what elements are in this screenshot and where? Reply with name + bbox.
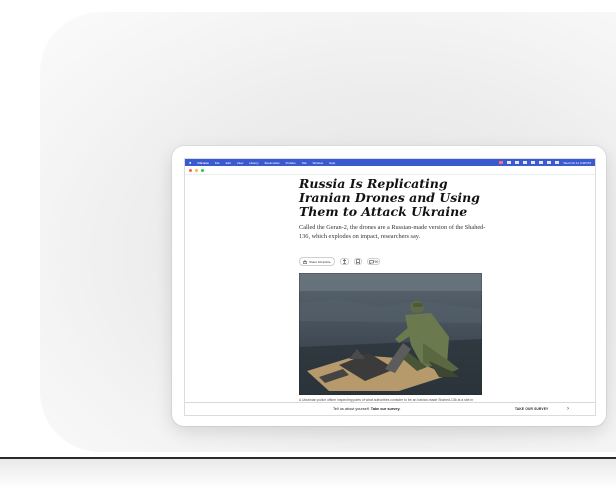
menu-item-window[interactable]: Window bbox=[312, 161, 323, 165]
menu-item-file[interactable]: File bbox=[215, 161, 220, 165]
control-center-icon[interactable] bbox=[555, 161, 560, 164]
bookmark-icon bbox=[355, 259, 360, 265]
article-photo[interactable] bbox=[299, 273, 482, 396]
status-app-icon[interactable] bbox=[507, 161, 512, 164]
laptop-screen-frame: ● Chrome File Edit View History Bookmark… bbox=[172, 146, 606, 426]
chevron-right-icon[interactable]: › bbox=[567, 406, 569, 412]
article-content: Russia Is Replicating Iranian Drones and… bbox=[299, 177, 489, 408]
close-window-button[interactable] bbox=[189, 168, 192, 172]
survey-banner: Tell us about yourself. Take our survey.… bbox=[185, 402, 595, 415]
menubar-app-name[interactable]: Chrome bbox=[197, 161, 208, 165]
share-icon bbox=[303, 259, 307, 264]
comment-count: 90 bbox=[374, 259, 379, 264]
article-toolbar: Share full article 90 bbox=[299, 257, 489, 267]
share-full-article-button[interactable]: Share full article bbox=[299, 257, 335, 267]
browser-screen: ● Chrome File Edit View History Bookmark… bbox=[184, 158, 596, 416]
gift-icon bbox=[342, 259, 346, 264]
menu-item-history[interactable]: History bbox=[249, 161, 258, 165]
save-article-button[interactable] bbox=[353, 258, 362, 266]
search-icon[interactable] bbox=[547, 161, 552, 164]
minimize-window-button[interactable] bbox=[195, 168, 198, 172]
menu-item-profiles[interactable]: Profiles bbox=[286, 161, 296, 165]
status-app-icon[interactable] bbox=[523, 161, 528, 164]
window-titlebar bbox=[185, 166, 595, 175]
take-survey-link[interactable]: TAKE OUR SURVEY bbox=[515, 407, 548, 411]
comment-icon bbox=[368, 259, 374, 264]
menu-item-edit[interactable]: Edit bbox=[226, 161, 231, 165]
menubar-clock[interactable]: Wed Oct 11 4:38 PM bbox=[563, 161, 591, 165]
apple-icon[interactable]: ● bbox=[189, 160, 191, 165]
gift-article-button[interactable] bbox=[339, 258, 349, 266]
menu-item-tab[interactable]: Tab bbox=[302, 161, 307, 165]
mac-menubar: ● Chrome File Edit View History Bookmark… bbox=[185, 159, 595, 166]
floor-shadow bbox=[0, 459, 616, 489]
battery-icon[interactable] bbox=[531, 161, 536, 164]
status-app-icon[interactable] bbox=[515, 161, 520, 164]
share-button-label: Share full article bbox=[309, 259, 331, 264]
article-summary: Called the Geran-2, the drones are a Rus… bbox=[299, 224, 486, 240]
comments-button[interactable]: 90 bbox=[366, 258, 381, 266]
menu-item-help[interactable]: Help bbox=[329, 161, 335, 165]
maximize-window-button[interactable] bbox=[201, 168, 204, 172]
status-app-icon[interactable] bbox=[499, 161, 504, 164]
survey-cta-text[interactable]: Take our survey. bbox=[371, 407, 401, 411]
menu-item-bookmarks[interactable]: Bookmarks bbox=[265, 161, 280, 165]
menu-item-view[interactable]: View bbox=[237, 161, 243, 165]
wifi-icon[interactable] bbox=[539, 161, 544, 164]
menubar-status-area: Wed Oct 11 4:38 PM bbox=[499, 161, 591, 165]
survey-prefix: Tell us about yourself. bbox=[333, 407, 370, 411]
article-headline: Russia Is Replicating Iranian Drones and… bbox=[299, 176, 480, 219]
survey-message: Tell us about yourself. Take our survey. bbox=[333, 407, 400, 411]
